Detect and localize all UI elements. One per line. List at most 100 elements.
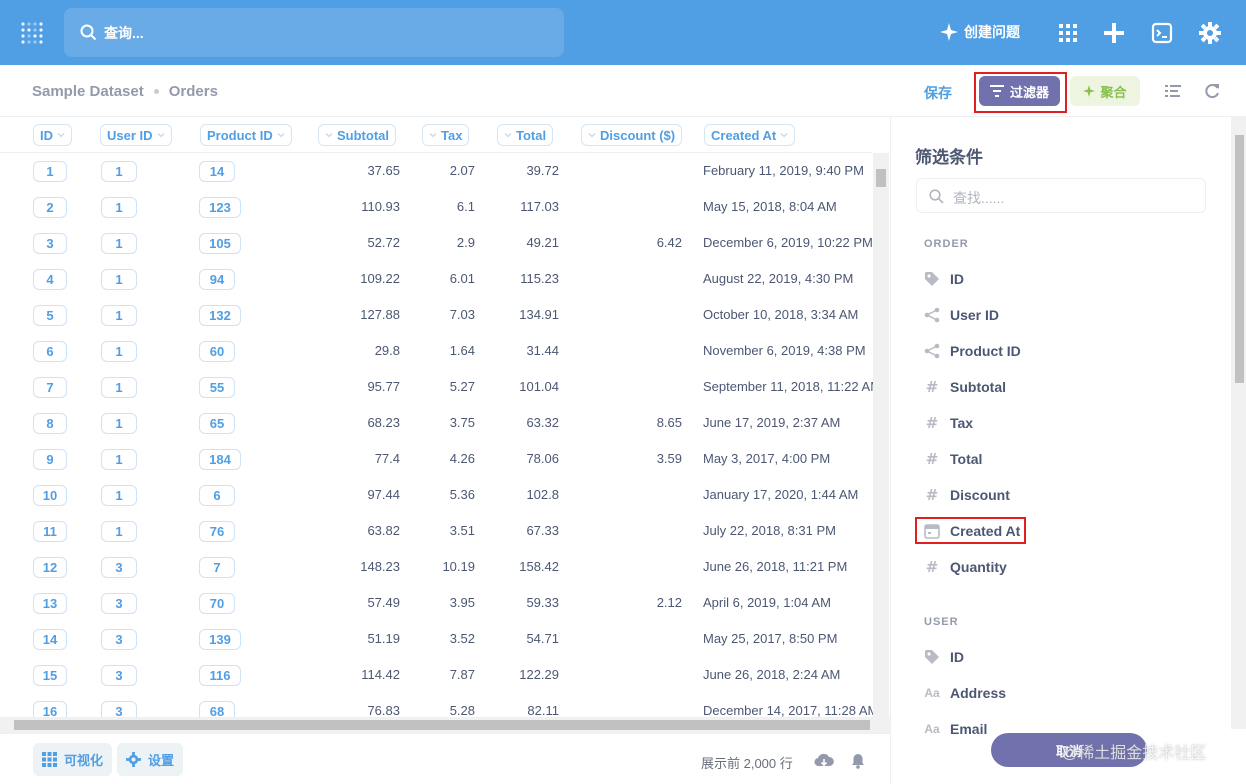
download-icon[interactable] (814, 753, 834, 769)
breadcrumb-table[interactable]: Orders (169, 83, 218, 100)
list-icon[interactable] (1165, 83, 1181, 99)
column-item-label: Product ID (950, 343, 1021, 359)
id-cell[interactable]: 3 (33, 233, 67, 254)
column-header-id[interactable]: ID (33, 124, 72, 146)
product-id-cell[interactable]: 55 (199, 377, 235, 398)
user-id-cell[interactable]: 1 (101, 269, 137, 290)
id-cell[interactable]: 4 (33, 269, 67, 290)
column-item-user-id[interactable]: ID (923, 645, 1203, 669)
filter-button[interactable]: 过滤器 (979, 76, 1060, 106)
product-id-cell[interactable]: 14 (199, 161, 235, 182)
product-id-cell[interactable]: 123 (199, 197, 241, 218)
scrollbar-thumb[interactable] (876, 169, 886, 187)
product-id-cell[interactable]: 132 (199, 305, 241, 326)
user-id-cell[interactable]: 1 (101, 305, 137, 326)
user-id-cell[interactable]: 1 (101, 341, 137, 362)
column-header-user-id[interactable]: User ID (100, 124, 172, 146)
total-cell: 134.91 (519, 307, 559, 322)
id-cell[interactable]: 14 (33, 629, 67, 650)
column-header-subtotal[interactable]: Subtotal (318, 124, 396, 146)
product-id-cell[interactable]: 65 (199, 413, 235, 434)
column-item-order-tax[interactable]: # Tax (923, 411, 1203, 435)
column-header-discount[interactable]: Discount ($) (581, 124, 683, 146)
column-item-order-user-id[interactable]: User ID (923, 303, 1203, 327)
column-item-order-subtotal[interactable]: # Subtotal (923, 375, 1203, 399)
column-item-label: Quantity (950, 559, 1007, 575)
sql-editor-icon[interactable] (1151, 22, 1173, 44)
id-cell[interactable]: 9 (33, 449, 67, 470)
user-id-cell[interactable]: 3 (101, 557, 137, 578)
scrollbar-thumb[interactable] (1235, 135, 1244, 383)
column-header-total[interactable]: Total (497, 124, 554, 146)
product-id-cell[interactable]: 6 (199, 485, 235, 506)
column-item-order-quantity[interactable]: # Quantity (923, 555, 1203, 579)
product-id-cell[interactable]: 94 (199, 269, 235, 290)
grid-icon[interactable] (1057, 22, 1079, 44)
product-id-cell[interactable]: 76 (199, 521, 235, 542)
column-item-order-id[interactable]: ID (923, 267, 1203, 291)
user-id-cell[interactable]: 3 (101, 629, 137, 650)
column-header-created-at[interactable]: Created At (704, 124, 796, 146)
id-cell[interactable]: 11 (33, 521, 67, 542)
discount-cell: 2.12 (656, 595, 682, 610)
plus-icon[interactable] (1103, 22, 1125, 44)
column-item-user-address[interactable]: Aa Address (923, 681, 1203, 705)
id-cell[interactable]: 8 (33, 413, 67, 434)
created-at-cell: September 11, 2018, 11:22 AM (703, 379, 882, 394)
breadcrumb-dataset[interactable]: Sample Dataset (32, 83, 144, 100)
product-id-cell[interactable]: 116 (199, 665, 241, 686)
table-horizontal-scrollbar[interactable] (0, 717, 890, 733)
scrollbar-thumb[interactable] (14, 720, 870, 730)
product-id-cell[interactable]: 139 (199, 629, 241, 650)
refresh-icon[interactable] (1204, 83, 1220, 99)
user-id-cell[interactable]: 3 (101, 665, 137, 686)
visualize-button[interactable]: 可视化 (33, 743, 113, 776)
save-button[interactable]: 保存 (924, 83, 952, 103)
user-id-cell[interactable]: 3 (101, 593, 137, 614)
user-id-cell[interactable]: 1 (101, 197, 137, 218)
id-cell[interactable]: 13 (33, 593, 67, 614)
create-question-button[interactable]: 创建问题 (940, 22, 1020, 42)
chevron-down-icon (429, 133, 437, 138)
id-cell[interactable]: 12 (33, 557, 67, 578)
user-id-cell[interactable]: 1 (101, 413, 137, 434)
user-id-cell[interactable]: 1 (101, 377, 137, 398)
tax-cell: 2.07 (449, 163, 475, 178)
product-id-cell[interactable]: 105 (199, 233, 241, 254)
user-id-cell[interactable]: 1 (101, 449, 137, 470)
sidebar-scrollbar[interactable] (1231, 117, 1246, 729)
user-id-cell[interactable]: 1 (101, 233, 137, 254)
id-cell[interactable]: 1 (33, 161, 67, 182)
global-search-input[interactable]: 查询... (64, 8, 564, 57)
column-item-order-total[interactable]: # Total (923, 447, 1203, 471)
column-search-input[interactable]: 查找...... (916, 178, 1206, 213)
id-cell[interactable]: 5 (33, 305, 67, 326)
id-cell[interactable]: 15 (33, 665, 67, 686)
product-id-cell[interactable]: 70 (199, 593, 235, 614)
column-header-tax[interactable]: Tax (422, 124, 470, 146)
user-id-cell[interactable]: 1 (101, 161, 137, 182)
column-item-order-product-id[interactable]: Product ID (923, 339, 1203, 363)
column-item-order-discount[interactable]: # Discount (923, 483, 1203, 507)
subtotal-cell: 95.77 (367, 379, 400, 394)
table-row: 8 1 65 68.23 3.75 63.32 8.65 June 17, 2019, 2:3… (0, 405, 872, 441)
aggregate-button[interactable]: 聚合 (1070, 76, 1140, 106)
id-cell[interactable]: 2 (33, 197, 67, 218)
id-cell[interactable]: 10 (33, 485, 67, 506)
user-id-cell[interactable]: 1 (101, 521, 137, 542)
product-id-cell[interactable]: 7 (199, 557, 235, 578)
chevron-down-icon (780, 133, 788, 138)
column-header-product-id[interactable]: Product ID (200, 124, 292, 146)
gear-icon[interactable] (1199, 22, 1221, 44)
id-cell[interactable]: 6 (33, 341, 67, 362)
settings-button[interactable]: 设置 (117, 743, 184, 776)
id-cell[interactable]: 7 (33, 377, 67, 398)
product-id-cell[interactable]: 184 (199, 449, 241, 470)
product-id-cell[interactable]: 60 (199, 341, 235, 362)
bell-icon[interactable] (851, 753, 865, 769)
table-row: 1 1 14 37.65 2.07 39.72 February 11, 2019, 9:4… (0, 153, 872, 189)
user-id-cell[interactable]: 1 (101, 485, 137, 506)
table-vertical-scrollbar[interactable] (873, 153, 889, 717)
metabase-logo-icon[interactable] (20, 21, 44, 45)
created-at-cell: April 6, 2019, 1:04 AM (703, 595, 831, 610)
